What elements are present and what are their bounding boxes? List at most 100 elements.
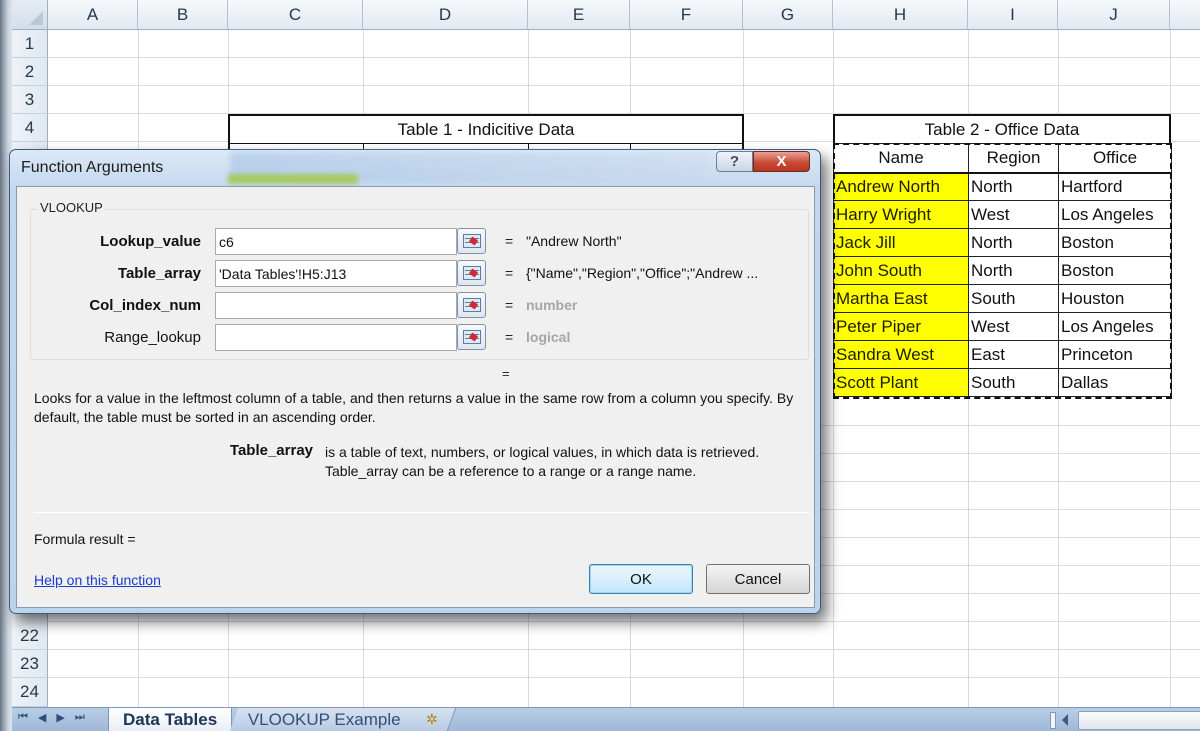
cell-office[interactable]: Los Angeles [1058, 312, 1172, 341]
table-array-input[interactable] [215, 260, 457, 287]
range-lookup-hint: logical [526, 329, 571, 345]
column-header-k-partial[interactable] [1170, 0, 1200, 30]
cell-office[interactable]: Los Angeles [1058, 200, 1172, 229]
lookup-value-result: "Andrew North" [526, 233, 622, 249]
help-button[interactable]: ? [716, 151, 753, 172]
cell-name[interactable]: Jack Jill [833, 228, 969, 257]
cell-name[interactable]: Andrew North [833, 172, 969, 201]
column-header-i[interactable]: I [968, 0, 1058, 30]
column-header-h[interactable]: H [833, 0, 968, 30]
equals-sign: = [505, 265, 514, 281]
table1-title[interactable]: Table 1 - Indicitive Data [228, 114, 744, 144]
scroll-left-arrow-icon[interactable] [1062, 714, 1068, 726]
blurred-background [228, 174, 358, 184]
table-row: Scott Plant South Dallas [833, 368, 1172, 397]
range-select-icon [462, 234, 481, 248]
cell-office[interactable]: Princeton [1058, 340, 1172, 369]
cell-region[interactable]: East [968, 340, 1059, 369]
equals-sign: = [505, 329, 514, 345]
sheet-tab-data-tables[interactable]: Data Tables [108, 708, 233, 731]
table-array-collapse-button[interactable] [457, 260, 486, 286]
column-header-g[interactable]: G [743, 0, 833, 30]
function-arguments-dialog: Function Arguments ? X VLOOKUP Lookup_va… [9, 149, 821, 614]
table2-header-region[interactable]: Region [968, 143, 1059, 174]
cell-region[interactable]: North [968, 256, 1059, 285]
col-index-num-collapse-button[interactable] [457, 292, 486, 318]
cell-office[interactable]: Boston [1058, 256, 1172, 285]
row-header-22[interactable]: 22 [12, 622, 48, 650]
last-sheet-icon[interactable]: ⏭ [75, 711, 85, 724]
table2-header-office[interactable]: Office [1058, 143, 1172, 174]
cell-office[interactable]: Dallas [1058, 368, 1172, 397]
close-icon: X [776, 153, 787, 170]
cancel-button[interactable]: Cancel [706, 564, 810, 594]
tab-split-handle[interactable] [1050, 712, 1056, 729]
cell-region[interactable]: West [968, 312, 1059, 341]
range-lookup-collapse-button[interactable] [457, 324, 486, 350]
table-row: Andrew North North Hartford [833, 172, 1172, 201]
table2-title[interactable]: Table 2 - Office Data [833, 114, 1171, 144]
function-name-label: VLOOKUP [38, 200, 105, 215]
row-header-23[interactable]: 23 [12, 650, 48, 678]
first-sheet-icon[interactable]: ⏮ [18, 711, 28, 724]
cell-name[interactable]: Peter Piper [833, 312, 969, 341]
ok-button[interactable]: OK [589, 564, 693, 594]
column-header-a[interactable]: A [48, 0, 138, 30]
table-row: Sandra West East Princeton [833, 340, 1172, 369]
cell-region[interactable]: South [968, 284, 1059, 313]
close-button[interactable]: X [753, 151, 810, 172]
sheet-navigation: ⏮ ◀ ▶ ⏭ [18, 711, 85, 724]
cell-office[interactable]: Houston [1058, 284, 1172, 313]
table-row: Martha East South Houston [833, 284, 1172, 313]
help-on-this-function-link[interactable]: Help on this function [34, 572, 161, 588]
sheet-tab-vlookup-example[interactable]: VLOOKUP Example [229, 708, 420, 731]
cell-name[interactable]: John South [833, 256, 969, 285]
column-header-e[interactable]: E [528, 0, 630, 30]
selected-parameter-name: Table_array [229, 442, 313, 459]
cell-name[interactable]: Harry Wright [833, 200, 969, 229]
lookup-value-input[interactable] [215, 228, 457, 255]
dialog-divider [34, 512, 810, 513]
dialog-body: VLOOKUP Lookup_value = "Andrew North" Ta… [16, 186, 815, 608]
cell-name[interactable]: Martha East [833, 284, 969, 313]
row-header-3[interactable]: 3 [12, 86, 48, 114]
gridline [48, 85, 1200, 86]
table2-header-row: Name Region Office [833, 143, 1172, 174]
range-select-icon [462, 330, 481, 344]
column-header-d[interactable]: D [363, 0, 528, 30]
column-header-b[interactable]: B [138, 0, 228, 30]
cell-region[interactable]: North [968, 228, 1059, 257]
table2-office-data: Name Region Office Andrew North North Ha… [833, 143, 1172, 397]
table-row: John South North Boston [833, 256, 1172, 285]
select-all-button[interactable] [12, 0, 48, 30]
cell-region[interactable]: South [968, 368, 1059, 397]
cell-office[interactable]: Hartford [1058, 172, 1172, 201]
cell-office[interactable]: Boston [1058, 228, 1172, 257]
lookup-value-label: Lookup_value [100, 233, 201, 250]
lookup-value-collapse-button[interactable] [457, 228, 486, 254]
cell-region[interactable]: West [968, 200, 1059, 229]
cell-region[interactable]: North [968, 172, 1059, 201]
table-row: Peter Piper West Los Angeles [833, 312, 1172, 341]
function-result-equals: = [502, 366, 510, 381]
next-sheet-icon[interactable]: ▶ [56, 711, 64, 724]
row-header-1[interactable]: 1 [12, 30, 48, 58]
cell-name[interactable]: Scott Plant [833, 368, 969, 397]
row-header-4[interactable]: 4 [12, 114, 48, 142]
column-header-c[interactable]: C [228, 0, 363, 30]
insert-worksheet-button[interactable]: ✲ [407, 708, 457, 731]
range-lookup-input[interactable] [215, 324, 457, 351]
previous-sheet-icon[interactable]: ◀ [38, 711, 46, 724]
selected-parameter-description: is a table of text, numbers, or logical … [325, 444, 760, 479]
col-index-num-input[interactable] [215, 292, 457, 319]
horizontal-scrollbar[interactable] [1078, 711, 1200, 730]
column-header-j[interactable]: J [1058, 0, 1170, 30]
dialog-titlebar[interactable]: Function Arguments ? X [10, 150, 820, 186]
cell-name[interactable]: Sandra West [833, 340, 969, 369]
col-index-num-hint: number [526, 297, 578, 313]
row-header-2[interactable]: 2 [12, 58, 48, 86]
column-header-f[interactable]: F [630, 0, 743, 30]
sheet-tab-bar: ⏮ ◀ ▶ ⏭ Data Tables VLOOKUP Example ✲ [12, 707, 1200, 731]
row-header-24[interactable]: 24 [12, 678, 48, 707]
table2-header-name[interactable]: Name [833, 143, 969, 174]
